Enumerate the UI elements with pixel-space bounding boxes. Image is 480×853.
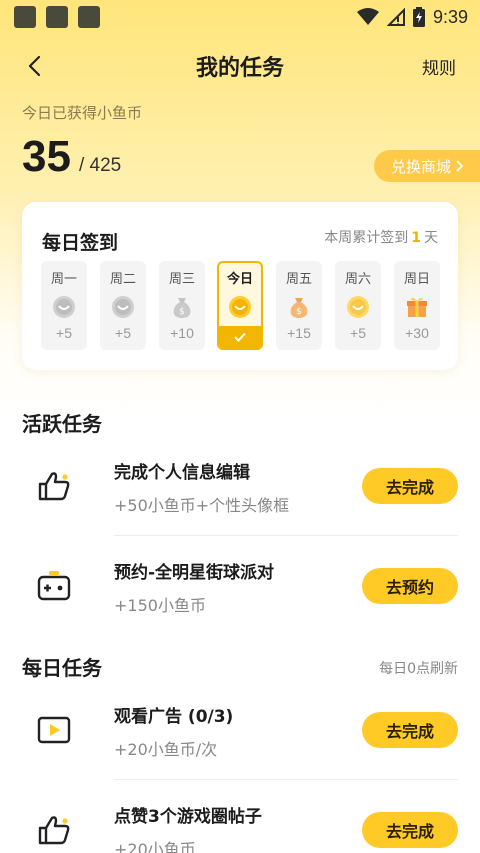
task-item: 完成个人信息编辑 +50小鱼币+个性头像框 去完成 (22, 436, 458, 536)
page-title: 我的任务 (195, 56, 284, 81)
task-reward: +20小鱼币 (114, 840, 196, 853)
gamepad-icon (37, 571, 71, 601)
task-item: 点赞3个游戏圈帖子 +20小鱼币 去完成 (22, 780, 458, 853)
notification-icon (46, 6, 68, 28)
task-reward: +20小鱼币/次 (114, 740, 218, 759)
day-label: 今日 (226, 272, 253, 287)
signin-day-today[interactable]: 今日 (217, 261, 263, 350)
day-reward: +10 (170, 325, 194, 341)
svg-text:$: $ (179, 307, 185, 317)
coin-bag-icon: $ (173, 298, 191, 318)
day-reward: +5 (115, 325, 131, 341)
notification-icon (14, 6, 36, 28)
thumbs-up-icon (38, 472, 70, 501)
coin-smile-icon (229, 296, 251, 318)
task-name: 观看广告 (0/3) (114, 707, 234, 727)
thumbs-up-icon (38, 816, 70, 845)
task-name: 预约-全明星街球派对 (114, 563, 275, 583)
signin-day-wed[interactable]: 周三 $ +10 (159, 261, 205, 350)
daily-refresh-note: 每日0点刷新 (379, 661, 458, 677)
week-count-number: 1 (411, 230, 421, 246)
day-label: 周六 (344, 272, 371, 287)
battery-icon (412, 7, 425, 27)
task-action-button[interactable]: 去预约 (362, 568, 458, 604)
daily-signin-card: 每日签到 本周累计签到1天 周一 +5 周二 +5 周三 $ +10 今日 (22, 202, 458, 370)
chevron-right-icon (456, 160, 463, 172)
gift-icon (407, 297, 427, 317)
day-reward: +15 (287, 325, 311, 341)
signin-day-fri[interactable]: 周五 $ +15 (276, 261, 322, 350)
clock: 9:39 (432, 6, 468, 27)
day-label: 周二 (109, 272, 136, 287)
status-bar: 9:39 (0, 0, 480, 34)
task-item: 预约-全明星街球派对 +150小鱼币 去预约 (22, 536, 458, 636)
signin-day-sun[interactable]: 周日 +30 (394, 261, 440, 350)
rules-button[interactable]: 规则 (422, 54, 456, 79)
day-label: 周一 (50, 272, 77, 287)
task-name: 完成个人信息编辑 (114, 463, 250, 483)
task-name: 点赞3个游戏圈帖子 (114, 807, 262, 827)
week-count-suffix: 天 (424, 230, 438, 246)
day-reward: +5 (56, 325, 72, 341)
coin-smile-icon (53, 296, 75, 318)
active-tasks-title: 活跃任务 (22, 412, 102, 436)
exchange-shop-label: 兑换商城 (390, 157, 451, 176)
task-action-button[interactable]: 去完成 (362, 468, 458, 504)
daily-tasks-title: 每日任务 (22, 656, 102, 680)
coins-total: / 425 (78, 155, 122, 176)
wifi-icon (356, 8, 379, 25)
task-action-button[interactable]: 去完成 (362, 812, 458, 848)
day-reward: +5 (350, 325, 366, 341)
day-label: 周日 (403, 272, 430, 287)
signin-title: 每日签到 (42, 232, 119, 254)
app-header: 我的任务 规则 (0, 44, 480, 88)
day-reward: +30 (405, 325, 429, 341)
coin-smile-icon (347, 296, 369, 318)
notification-icon (78, 6, 100, 28)
earned-today-label: 今日已获得小鱼币 (22, 104, 143, 122)
signin-day-sat[interactable]: 周六 +5 (335, 261, 381, 350)
signin-day-mon[interactable]: 周一 +5 (41, 261, 87, 350)
coins-current: 35 (22, 132, 71, 181)
task-reward: +50小鱼币+个性头像框 (114, 496, 290, 515)
coin-smile-icon (112, 296, 134, 318)
no-sim-icon (386, 8, 405, 26)
exchange-shop-button[interactable]: 兑换商城 (374, 150, 480, 182)
video-play-icon (37, 716, 71, 744)
signin-days: 周一 +5 周二 +5 周三 $ +10 今日 周五 $ +15 周六 +5 周… (41, 261, 441, 350)
task-action-button[interactable]: 去完成 (362, 712, 458, 748)
check-icon (234, 332, 246, 342)
week-count-prefix: 本周累计签到 (324, 230, 409, 246)
task-reward: +150小鱼币 (114, 596, 206, 615)
day-label: 周三 (168, 272, 195, 287)
coin-counter: 35 / 425 (22, 132, 121, 182)
signin-day-tue[interactable]: 周二 +5 (100, 261, 146, 350)
week-signin-count: 本周累计签到 1 天 (324, 227, 438, 247)
svg-text:$: $ (296, 307, 302, 317)
day-label: 周五 (285, 272, 312, 287)
checked-indicator (219, 326, 261, 348)
task-item: 观看广告 (0/3) +20小鱼币/次 去完成 (22, 680, 458, 780)
coin-bag-icon: $ (290, 298, 308, 318)
